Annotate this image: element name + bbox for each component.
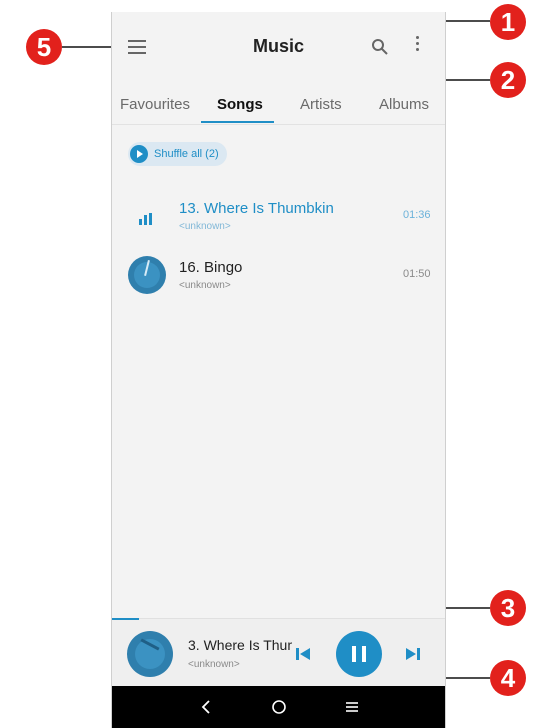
shuffle-all-label: Shuffle all (2) <box>154 148 219 160</box>
now-playing-title: 3. Where Is Thumbkin <box>188 637 292 653</box>
app-bar: Music <box>112 12 445 84</box>
shuffle-all-button[interactable]: Shuffle all (2) <box>128 142 227 166</box>
song-artist: <unknown> <box>179 221 231 232</box>
song-duration: 01:36 <box>403 209 431 221</box>
song-title: 13. Where Is Thumbkin <box>179 200 334 217</box>
equalizer-icon <box>139 213 153 225</box>
song-title: 16. Bingo <box>179 259 243 276</box>
song-artist: <unknown> <box>179 280 231 291</box>
callout-4: 4 <box>490 660 526 696</box>
page-title: Music <box>252 36 304 56</box>
now-playing-artist: <unknown> <box>188 659 240 670</box>
home-icon <box>272 700 286 714</box>
song-list-item[interactable]: 16. Bingo <unknown> 01:50 <box>112 251 445 307</box>
tab-favourites[interactable]: Favourites <box>120 96 190 113</box>
disc-icon <box>128 256 166 294</box>
callout-2: 2 <box>490 62 526 98</box>
nav-home-button[interactable] <box>259 686 299 728</box>
playback-progress <box>112 618 139 620</box>
search-icon[interactable] <box>371 38 389 56</box>
pause-button[interactable] <box>336 631 382 677</box>
skip-next-icon[interactable] <box>405 647 421 661</box>
back-icon <box>201 700 210 714</box>
song-duration: 01:50 <box>403 268 431 280</box>
skip-previous-icon[interactable] <box>295 647 311 661</box>
song-list-item[interactable]: 13. Where Is Thumbkin <unknown> 01:36 <box>112 192 445 248</box>
tab-artists[interactable]: Artists <box>300 96 342 113</box>
tab-bar: Favourites Songs Artists Albums <box>112 92 445 125</box>
disc-icon <box>127 631 173 677</box>
system-nav-bar <box>112 686 445 728</box>
tab-songs[interactable]: Songs <box>217 96 263 113</box>
active-tab-indicator <box>201 121 274 123</box>
callout-5: 5 <box>26 29 62 65</box>
play-circle-icon <box>130 145 148 163</box>
nav-back-button[interactable] <box>186 686 226 728</box>
mini-player[interactable]: 3. Where Is Thumbkin <unknown> <box>112 618 445 687</box>
callout-3: 3 <box>490 590 526 626</box>
more-vert-icon[interactable] <box>414 36 420 56</box>
phone-screen: Music Favourites Songs Artists Albums Sh… <box>111 12 446 728</box>
callout-1: 1 <box>490 4 526 40</box>
nav-recents-button[interactable] <box>332 686 372 728</box>
tab-albums[interactable]: Albums <box>379 96 429 113</box>
recents-icon <box>346 702 358 712</box>
